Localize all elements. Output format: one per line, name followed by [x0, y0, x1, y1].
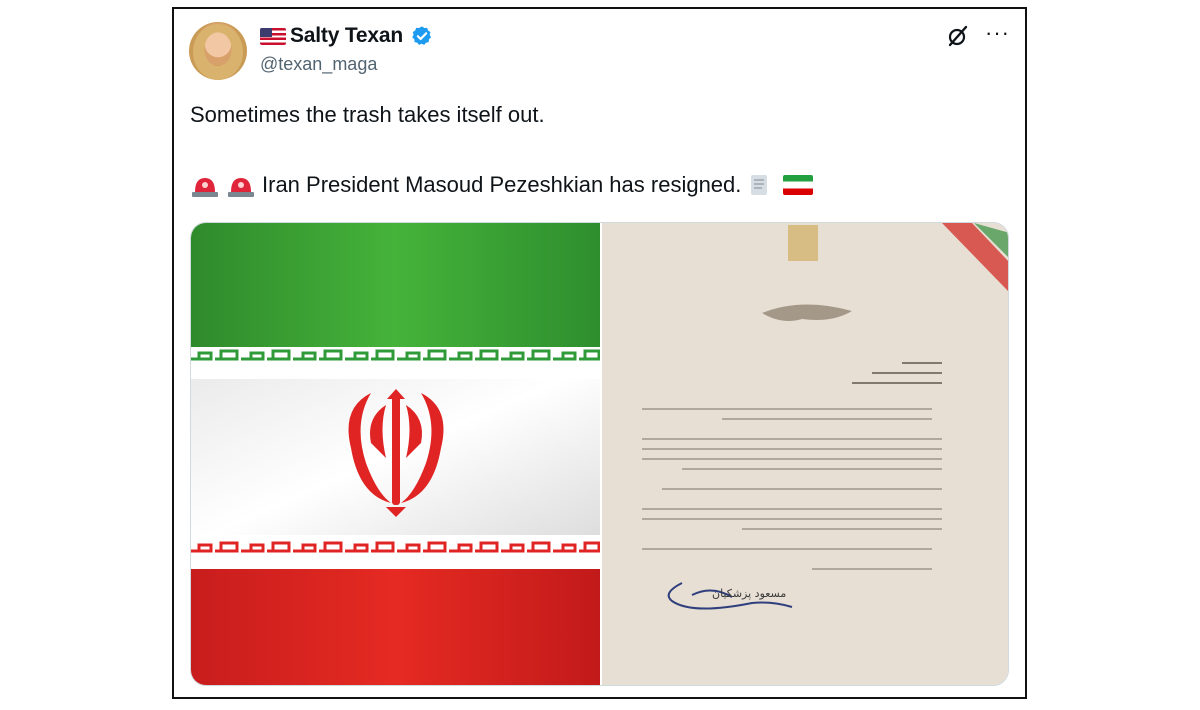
resignation-letter-image[interactable]: مسعود پزشکیان: [602, 223, 1009, 686]
us-flag-emoji: [260, 27, 286, 45]
author-handle[interactable]: @texan_maga: [260, 54, 377, 75]
verified-badge-icon: [412, 26, 431, 45]
iran-flag-emoji: [783, 175, 814, 195]
iran-flag-image[interactable]: [191, 223, 600, 686]
letter-signature: مسعود پزشکیان: [712, 587, 786, 600]
police-light-emoji: [192, 178, 218, 197]
police-light-emoji: [228, 178, 254, 197]
scroll-emoji: [751, 175, 768, 195]
tweet-media[interactable]: مسعود پزشکیان: [190, 222, 1009, 686]
tweet-text-line2: Iran President Masoud Pezeshkian has res…: [262, 172, 742, 197]
tweet-text-line2-row: Iran President Masoud Pezeshkian has res…: [190, 172, 814, 198]
avatar[interactable]: [189, 22, 247, 80]
tweet-text-line1: Sometimes the trash takes itself out.: [190, 102, 545, 127]
more-icon[interactable]: ···: [985, 20, 1010, 46]
display-name[interactable]: Salty Texan: [290, 24, 403, 48]
author-name-row[interactable]: Salty Texan: [260, 22, 433, 50]
grok-icon[interactable]: [946, 24, 970, 48]
